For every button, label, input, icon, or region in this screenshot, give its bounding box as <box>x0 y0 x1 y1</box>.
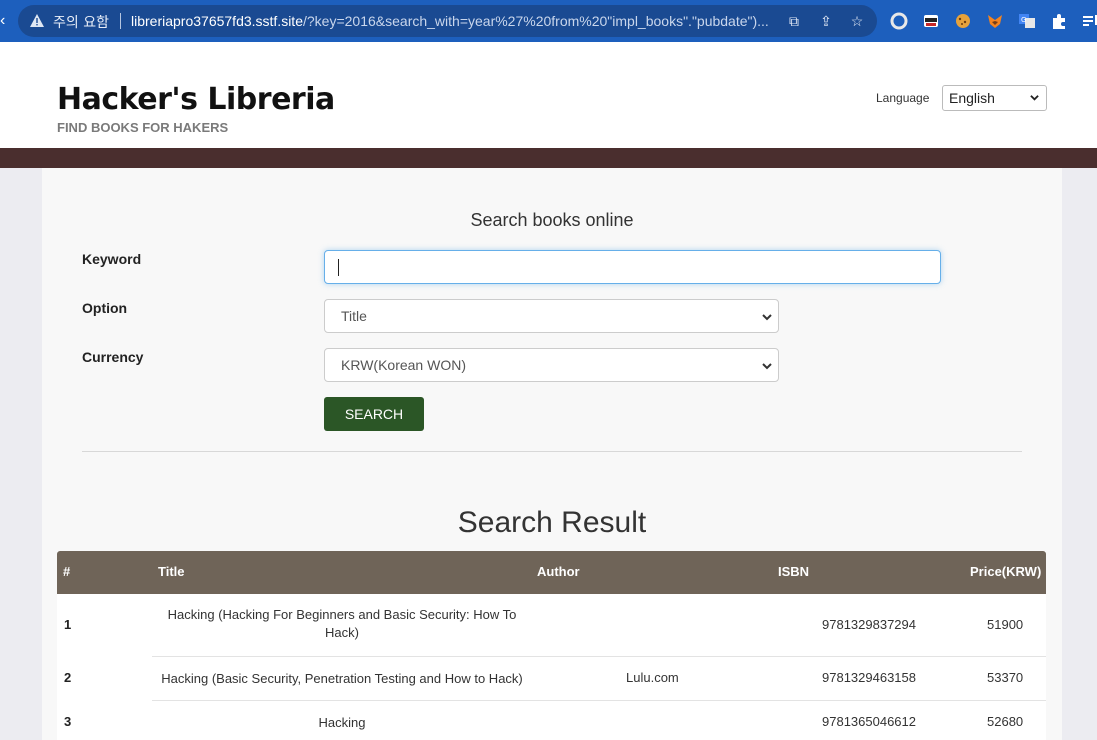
book-price: 52680 <box>987 714 1024 729</box>
url-separator <box>120 13 121 29</box>
divider <box>82 451 1022 452</box>
share-icon[interactable]: ⇪ <box>818 13 834 29</box>
table-header: # Title Author ISBN Price(KRW) <box>57 551 1046 594</box>
book-price: 51900 <box>987 617 1024 632</box>
url-path: /?key=2016&search_with=year%27%20from%20… <box>303 13 769 29</box>
chevron-down-icon <box>1030 95 1039 101</box>
browser-toolbar: ‹ 주의 요함 libreriapro37657fd3.sstf.site/?k… <box>0 0 1097 42</box>
table-row[interactable]: 2 Hacking (Basic Security, Penetration T… <box>57 657 1046 701</box>
book-price: 53370 <box>987 670 1024 685</box>
security-status[interactable]: 주의 요함 <box>53 12 109 32</box>
book-isbn: 9781329837294 <box>822 617 916 632</box>
keyword-label: Keyword <box>82 251 142 267</box>
site-tagline: FIND BOOKS FOR HAKERS <box>57 120 229 135</box>
back-arrow-icon[interactable]: ‹ <box>0 12 8 30</box>
row-number: 2 <box>64 670 72 685</box>
site-brand[interactable]: Hacker's Libreria <box>57 82 335 117</box>
translate-icon[interactable]: ⧉ <box>786 13 802 29</box>
currency-label: Currency <box>82 349 144 365</box>
book-title: Hacking (Hacking For Beginners and Basic… <box>167 607 517 640</box>
text-caret <box>338 259 339 276</box>
puzzle-icon[interactable] <box>1050 12 1068 30</box>
spy-extension-icon[interactable] <box>922 12 940 30</box>
search-title: Search books online <box>470 210 634 230</box>
column-header-price[interactable]: Price(KRW) <box>970 564 1041 579</box>
book-author: Lulu.com <box>626 670 679 685</box>
book-title: Hacking <box>318 715 366 730</box>
option-label: Option <box>82 300 128 316</box>
url-text[interactable]: libreriapro37657fd3.sstf.site/?key=2016&… <box>131 13 791 29</box>
table-row[interactable]: 1 Hacking (Hacking For Beginners and Bas… <box>57 594 1046 657</box>
language-select[interactable]: English <box>942 85 1047 111</box>
url-host: libreriapro37657fd3.sstf.site <box>131 13 303 29</box>
column-header-isbn[interactable]: ISBN <box>778 564 809 579</box>
keyword-input[interactable] <box>324 250 941 284</box>
chevron-down-icon <box>762 363 772 370</box>
star-icon[interactable]: ☆ <box>849 13 865 29</box>
column-header-title[interactable]: Title <box>158 564 185 579</box>
address-bar[interactable]: 주의 요함 libreriapro37657fd3.sstf.site/?key… <box>18 5 877 37</box>
language-value: English <box>949 90 995 106</box>
header-band <box>0 148 1097 168</box>
option-select[interactable]: Title <box>324 299 779 333</box>
chevron-down-icon <box>762 314 772 321</box>
results-table: # Title Author ISBN Price(KRW) 1 Hacking… <box>57 551 1046 740</box>
table-row[interactable]: 3 Hacking 9781365046612 52680 <box>57 701 1046 740</box>
language-label: Language <box>876 91 930 105</box>
cookie-extension-icon[interactable] <box>954 12 972 30</box>
search-button[interactable]: SEARCH <box>324 397 424 431</box>
playlist-icon[interactable] <box>1082 12 1097 30</box>
translate-extension-icon[interactable]: G <box>1018 12 1036 30</box>
book-isbn: 9781329463158 <box>822 670 916 685</box>
warning-icon[interactable] <box>30 14 44 27</box>
option-value: Title <box>341 308 367 324</box>
circle-icon[interactable] <box>890 12 908 30</box>
row-number: 3 <box>64 714 72 729</box>
column-header-number[interactable]: # <box>63 564 70 579</box>
currency-select[interactable]: KRW(Korean WON) <box>324 348 779 382</box>
site-header: Hacker's Libreria FIND BOOKS FOR HAKERS … <box>0 42 1097 148</box>
result-title: Search Result <box>457 506 647 539</box>
column-header-author[interactable]: Author <box>537 564 580 579</box>
book-title: Hacking (Basic Security, Penetration Tes… <box>161 671 523 686</box>
fox-extension-icon[interactable] <box>986 12 1004 30</box>
book-isbn: 9781365046612 <box>822 714 916 729</box>
svg-text:G: G <box>1021 16 1026 24</box>
row-number: 1 <box>64 617 72 632</box>
currency-value: KRW(Korean WON) <box>341 357 466 373</box>
